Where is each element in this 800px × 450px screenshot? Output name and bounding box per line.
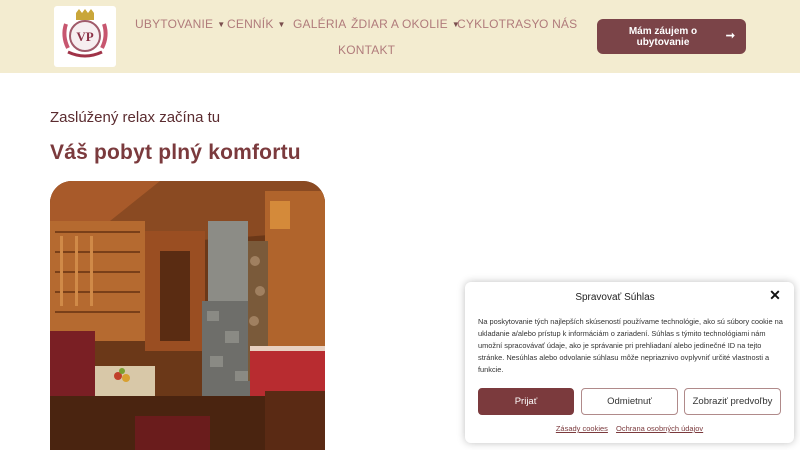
cookie-description: Na poskytovanie tých najlepších skúsenos… xyxy=(478,317,783,374)
nav-item-cennik[interactable]: CENNÍK ▼ xyxy=(227,17,286,31)
accept-button[interactable]: Prijať xyxy=(478,388,574,415)
nav-item-zdiar-a-okolie[interactable]: ŽDIAR A OKOLIE ▼ xyxy=(351,17,460,31)
nav-item-o-nas[interactable]: O NÁS xyxy=(539,17,577,31)
preferences-button[interactable]: Zobraziť predvoľby xyxy=(684,388,781,415)
deny-button[interactable]: Odmietnuť xyxy=(581,388,678,415)
nav-item-cyklotrasy[interactable]: CYKLOTRASY xyxy=(457,17,540,31)
vp-crest-logo: VP xyxy=(62,9,108,58)
site-logo[interactable]: VP xyxy=(54,6,116,67)
interest-cta-button[interactable]: Mám záujem o ubytovanie ➞ xyxy=(597,19,746,54)
chevron-down-icon: ▼ xyxy=(217,20,226,29)
cookie-policy-link[interactable]: Zásady cookies xyxy=(556,424,608,433)
arrow-right-icon: ➞ xyxy=(725,30,735,42)
nav-item-ubytovanie[interactable]: UBYTOVANIE ▼ xyxy=(135,17,225,31)
cookie-links: Zásady cookies Ochrana osobných údajov xyxy=(465,424,794,433)
nav-label: UBYTOVANIE xyxy=(135,17,214,31)
close-icon[interactable]: ✕ xyxy=(768,288,782,302)
site-header: VP UBYTOVANIE ▼ CENNÍK ▼ GALÉRIA ŽDIAR A O… xyxy=(0,0,800,73)
nav-item-galeria[interactable]: GALÉRIA xyxy=(293,17,346,31)
cookie-title: Spravovať Súhlas xyxy=(575,292,655,303)
nav-label: O NÁS xyxy=(539,17,578,31)
section-subtitle: Zaslúžený relax začína tu xyxy=(50,109,221,126)
svg-text:VP: VP xyxy=(76,29,93,44)
interior-photo xyxy=(50,181,325,450)
nav-label: GALÉRIA xyxy=(293,17,347,31)
cookie-consent-dialog: Spravovať Súhlas ✕ Na poskytovanie tých … xyxy=(465,282,794,443)
chevron-down-icon: ▼ xyxy=(277,20,286,29)
nav-item-kontakt[interactable]: KONTAKT xyxy=(338,43,395,57)
section-title: Váš pobyt plný komfortu xyxy=(50,141,301,164)
nav-label: KONTAKT xyxy=(338,43,396,57)
nav-label: CENNÍK xyxy=(227,17,274,31)
nav-label: CYKLOTRASY xyxy=(457,17,540,31)
privacy-policy-link[interactable]: Ochrana osobných údajov xyxy=(616,424,703,433)
nav-label: ŽDIAR A OKOLIE xyxy=(351,17,448,31)
cta-label: Mám záujem o ubytovanie xyxy=(628,26,698,48)
